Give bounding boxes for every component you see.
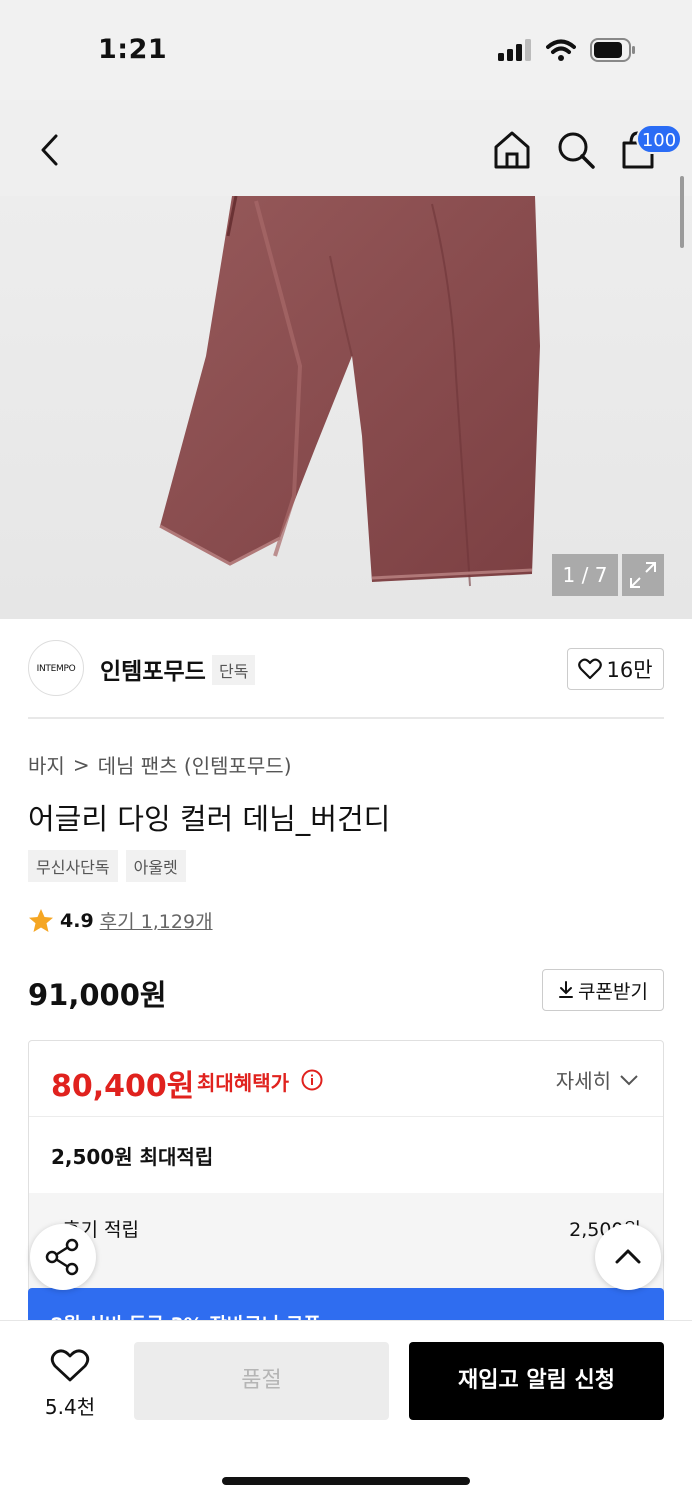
- review-count-link[interactable]: 후기 1,129개: [100, 907, 213, 934]
- cart-count-badge: 100: [636, 124, 682, 154]
- battery-icon: [590, 38, 635, 62]
- chevron-left-icon[interactable]: [32, 130, 68, 170]
- download-icon: [559, 981, 574, 998]
- scroll-indicator[interactable]: [680, 176, 684, 248]
- heart-icon: [578, 658, 603, 680]
- product-tags: 무신사단독 아울렛: [28, 850, 186, 882]
- home-icon[interactable]: [490, 128, 534, 172]
- coupon-button[interactable]: 쿠폰받기: [542, 969, 664, 1011]
- chevron-down-icon: [620, 1074, 638, 1085]
- max-benefit-row[interactable]: 80,400원 최대혜택가 자세히: [29, 1041, 663, 1117]
- share-icon: [45, 1238, 79, 1276]
- star-icon: [29, 909, 53, 932]
- brand-like-count: 16만: [606, 658, 653, 682]
- status-time: 1:21: [98, 34, 168, 65]
- expand-icon: [630, 562, 656, 588]
- status-bar: 1:21: [0, 0, 692, 100]
- product-tag: 무신사단독: [28, 850, 118, 882]
- benefit-box: 80,400원 최대혜택가 자세히 2,500원 최대적립 후기 적립 2,50…: [28, 1040, 664, 1320]
- detail-toggle-label: 자세히: [555, 1069, 611, 1093]
- max-points: 2,500원 최대적립: [51, 1145, 214, 1169]
- product-price: 91,000원: [28, 978, 167, 1012]
- wish-button[interactable]: 5.4천: [36, 1347, 104, 1419]
- expand-button[interactable]: [622, 554, 664, 596]
- breadcrumb-subcategory[interactable]: 데님 팬츠 (인템포무드): [98, 750, 292, 779]
- brand-row: INTEMPO 인템포무드 단독 16만: [28, 640, 664, 696]
- max-benefit-price: 80,400원: [51, 1069, 195, 1104]
- heart-icon: [50, 1349, 90, 1382]
- brand-name[interactable]: 인템포무드: [100, 652, 206, 686]
- rating: 4.9 후기 1,129개: [28, 907, 213, 934]
- chevron-up-icon: [615, 1249, 641, 1264]
- top-navigation: [0, 100, 692, 196]
- breadcrumb-separator: >: [72, 752, 90, 777]
- image-counter: 1 / 7: [552, 554, 618, 596]
- share-button[interactable]: [30, 1224, 96, 1290]
- detail-toggle[interactable]: 자세히: [556, 1065, 639, 1094]
- status-icons: [498, 38, 636, 62]
- soldout-button: 품절: [134, 1342, 389, 1420]
- search-icon[interactable]: [554, 128, 598, 172]
- info-icon[interactable]: [301, 1069, 323, 1091]
- divider: [28, 717, 664, 719]
- breadcrumb-category[interactable]: 바지: [28, 750, 65, 779]
- restock-alert-button[interactable]: 재입고 알림 신청: [409, 1342, 664, 1420]
- product-title: 어글리 다잉 컬러 데님_버건디: [28, 802, 391, 836]
- wifi-icon: [546, 39, 576, 61]
- wish-count: 5.4천: [44, 1395, 96, 1419]
- product-tag: 아울렛: [125, 850, 186, 882]
- home-indicator: [222, 1477, 470, 1485]
- bottom-action-bar: 5.4천 품절 재입고 알림 신청: [0, 1320, 692, 1500]
- breadcrumb: 바지 > 데님 팬츠 (인템포무드): [28, 750, 292, 779]
- rating-score: 4.9: [60, 909, 94, 932]
- scroll-top-button[interactable]: [595, 1224, 661, 1290]
- brand-exclusive-tag: 단독: [212, 655, 256, 685]
- brand-like-button[interactable]: 16만: [567, 648, 664, 690]
- signal-icon: [498, 39, 531, 61]
- brand-logo[interactable]: INTEMPO: [28, 640, 84, 696]
- max-benefit-label: 최대혜택가: [197, 1071, 289, 1095]
- coupon-label: 쿠폰받기: [578, 980, 648, 1003]
